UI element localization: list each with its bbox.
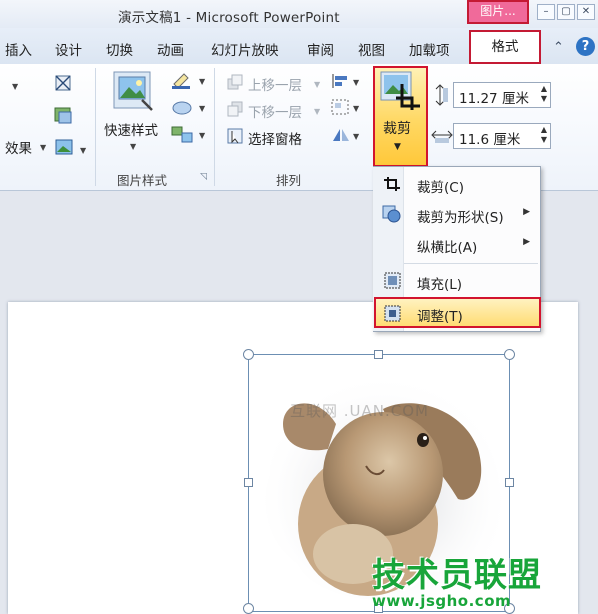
send-backward-arrow-icon[interactable]: ▼ <box>314 107 320 116</box>
resize-handle-top-right[interactable] <box>504 349 515 360</box>
send-backward-icon[interactable] <box>226 100 246 118</box>
window-title: 演示文稿1 - Microsoft PowerPoint <box>118 10 340 26</box>
menu-item-fill-label: 填充(L) <box>417 277 463 293</box>
height-spinner-icon[interactable]: ▲ ▼ <box>541 84 547 104</box>
crop-label[interactable]: 裁剪 <box>383 118 411 138</box>
submenu-arrow-icon: ▶ <box>523 237 530 247</box>
minimize-ribbon-icon[interactable]: ⌃ <box>553 40 564 55</box>
reset-picture-icon[interactable] <box>53 73 75 93</box>
maximize-button[interactable]: ▢ <box>557 4 575 20</box>
crop-tool-icon[interactable] <box>378 70 422 112</box>
height-icon <box>435 84 448 106</box>
menu-item-fit-label: 调整(T) <box>417 309 463 325</box>
menu-item-crop-to-shape[interactable]: 裁剪为形状(S) ▶ <box>374 201 540 227</box>
submenu-arrow-icon: ▶ <box>523 207 530 217</box>
fit-icon <box>384 305 401 322</box>
menu-item-crop[interactable]: 裁剪(C) <box>374 171 540 197</box>
selection-pane-icon[interactable] <box>226 127 246 145</box>
minimize-button[interactable]: – <box>537 4 555 20</box>
menu-separator <box>404 263 538 264</box>
height-value[interactable]: 11.27 厘米 <box>459 87 529 107</box>
help-icon[interactable]: ? <box>576 37 595 56</box>
menu-item-crop-to-shape-label: 裁剪为形状(S) <box>417 210 504 226</box>
picture-layout-icon[interactable] <box>170 125 196 145</box>
shape-icon <box>382 205 401 223</box>
change-picture-icon[interactable] <box>53 137 79 159</box>
brand-watermark: 技术员联盟 <box>372 555 542 594</box>
bring-forward-arrow-icon[interactable]: ▼ <box>314 80 320 89</box>
picture-effects-icon[interactable] <box>170 98 194 116</box>
resize-handle-right[interactable] <box>505 478 514 487</box>
effects-arrow-icon[interactable]: ▼ <box>40 143 46 152</box>
resize-handle-bottom-left[interactable] <box>243 603 254 614</box>
group-label-picture-styles: 图片样式 <box>117 173 168 188</box>
rotate-arrow-icon[interactable]: ▼ <box>353 132 359 141</box>
picture-border-icon[interactable] <box>170 72 194 90</box>
effects-label[interactable]: 效果 <box>5 137 32 157</box>
tab-addins[interactable]: 加载项 <box>409 39 450 59</box>
picture-tools-tab[interactable]: 图片... <box>467 0 529 24</box>
group-icon[interactable] <box>330 98 352 116</box>
group-arrow-icon[interactable]: ▼ <box>353 104 359 113</box>
menu-item-aspect-ratio-label: 纵横比(A) <box>417 240 478 256</box>
change-picture-arrow-icon[interactable]: ▼ <box>80 146 86 155</box>
bring-forward-icon[interactable] <box>226 73 246 91</box>
selection-pane-label[interactable]: 选择窗格 <box>248 128 302 148</box>
tab-insert[interactable]: 插入 <box>5 39 32 59</box>
close-button[interactable]: ✕ <box>577 4 595 20</box>
menu-item-fill[interactable]: 填充(L) <box>374 268 540 294</box>
tab-design[interactable]: 设计 <box>55 39 82 59</box>
picture-border-arrow-icon[interactable]: ▼ <box>199 77 205 86</box>
width-icon <box>431 130 453 143</box>
tab-view[interactable]: 视图 <box>358 39 385 59</box>
width-spinner-icon[interactable]: ▲ ▼ <box>541 125 547 145</box>
dropdown-arrow-icon[interactable]: ▼ <box>12 82 18 91</box>
send-backward-label[interactable]: 下移一层 <box>248 101 302 121</box>
crop-arrow-icon[interactable]: ▼ <box>394 142 401 152</box>
width-field[interactable]: 11.6 厘米 ▲ ▼ <box>453 123 551 149</box>
picture-layout-arrow-icon[interactable]: ▼ <box>199 131 205 140</box>
quick-styles-icon[interactable] <box>112 70 154 112</box>
picture-styles-launcher-icon[interactable]: ◹ <box>200 172 207 182</box>
quick-styles-label[interactable]: 快速样式 <box>104 119 158 139</box>
quick-styles-arrow-icon[interactable]: ▼ <box>130 142 136 151</box>
tab-slideshow[interactable]: 幻灯片放映 <box>211 39 279 59</box>
tab-transitions[interactable]: 切换 <box>106 39 133 59</box>
rotate-icon[interactable] <box>330 126 352 144</box>
menu-item-fit[interactable]: 调整(T) <box>374 297 541 328</box>
align-arrow-icon[interactable]: ▼ <box>353 78 359 87</box>
fill-icon <box>384 272 401 289</box>
resize-handle-left[interactable] <box>244 478 253 487</box>
menu-item-aspect-ratio[interactable]: 纵横比(A) ▶ <box>374 231 540 257</box>
url-watermark: www.jsgho.com <box>372 592 512 610</box>
height-field[interactable]: 11.27 厘米 ▲ ▼ <box>453 82 551 108</box>
tab-animations[interactable]: 动画 <box>157 39 184 59</box>
tab-review[interactable]: 审阅 <box>307 39 334 59</box>
resize-handle-top-left[interactable] <box>243 349 254 360</box>
bring-forward-label[interactable]: 上移一层 <box>248 74 302 94</box>
picture-effects-arrow-icon[interactable]: ▼ <box>199 104 205 113</box>
crop-icon <box>384 177 400 191</box>
tab-format[interactable]: 格式 <box>469 30 541 64</box>
menu-item-crop-label: 裁剪(C) <box>417 180 464 196</box>
compress-picture-icon[interactable] <box>53 104 75 126</box>
group-label-arrange: 排列 <box>276 173 302 188</box>
width-value[interactable]: 11.6 厘米 <box>459 128 520 148</box>
resize-handle-top[interactable] <box>374 350 383 359</box>
align-icon[interactable] <box>330 72 352 90</box>
